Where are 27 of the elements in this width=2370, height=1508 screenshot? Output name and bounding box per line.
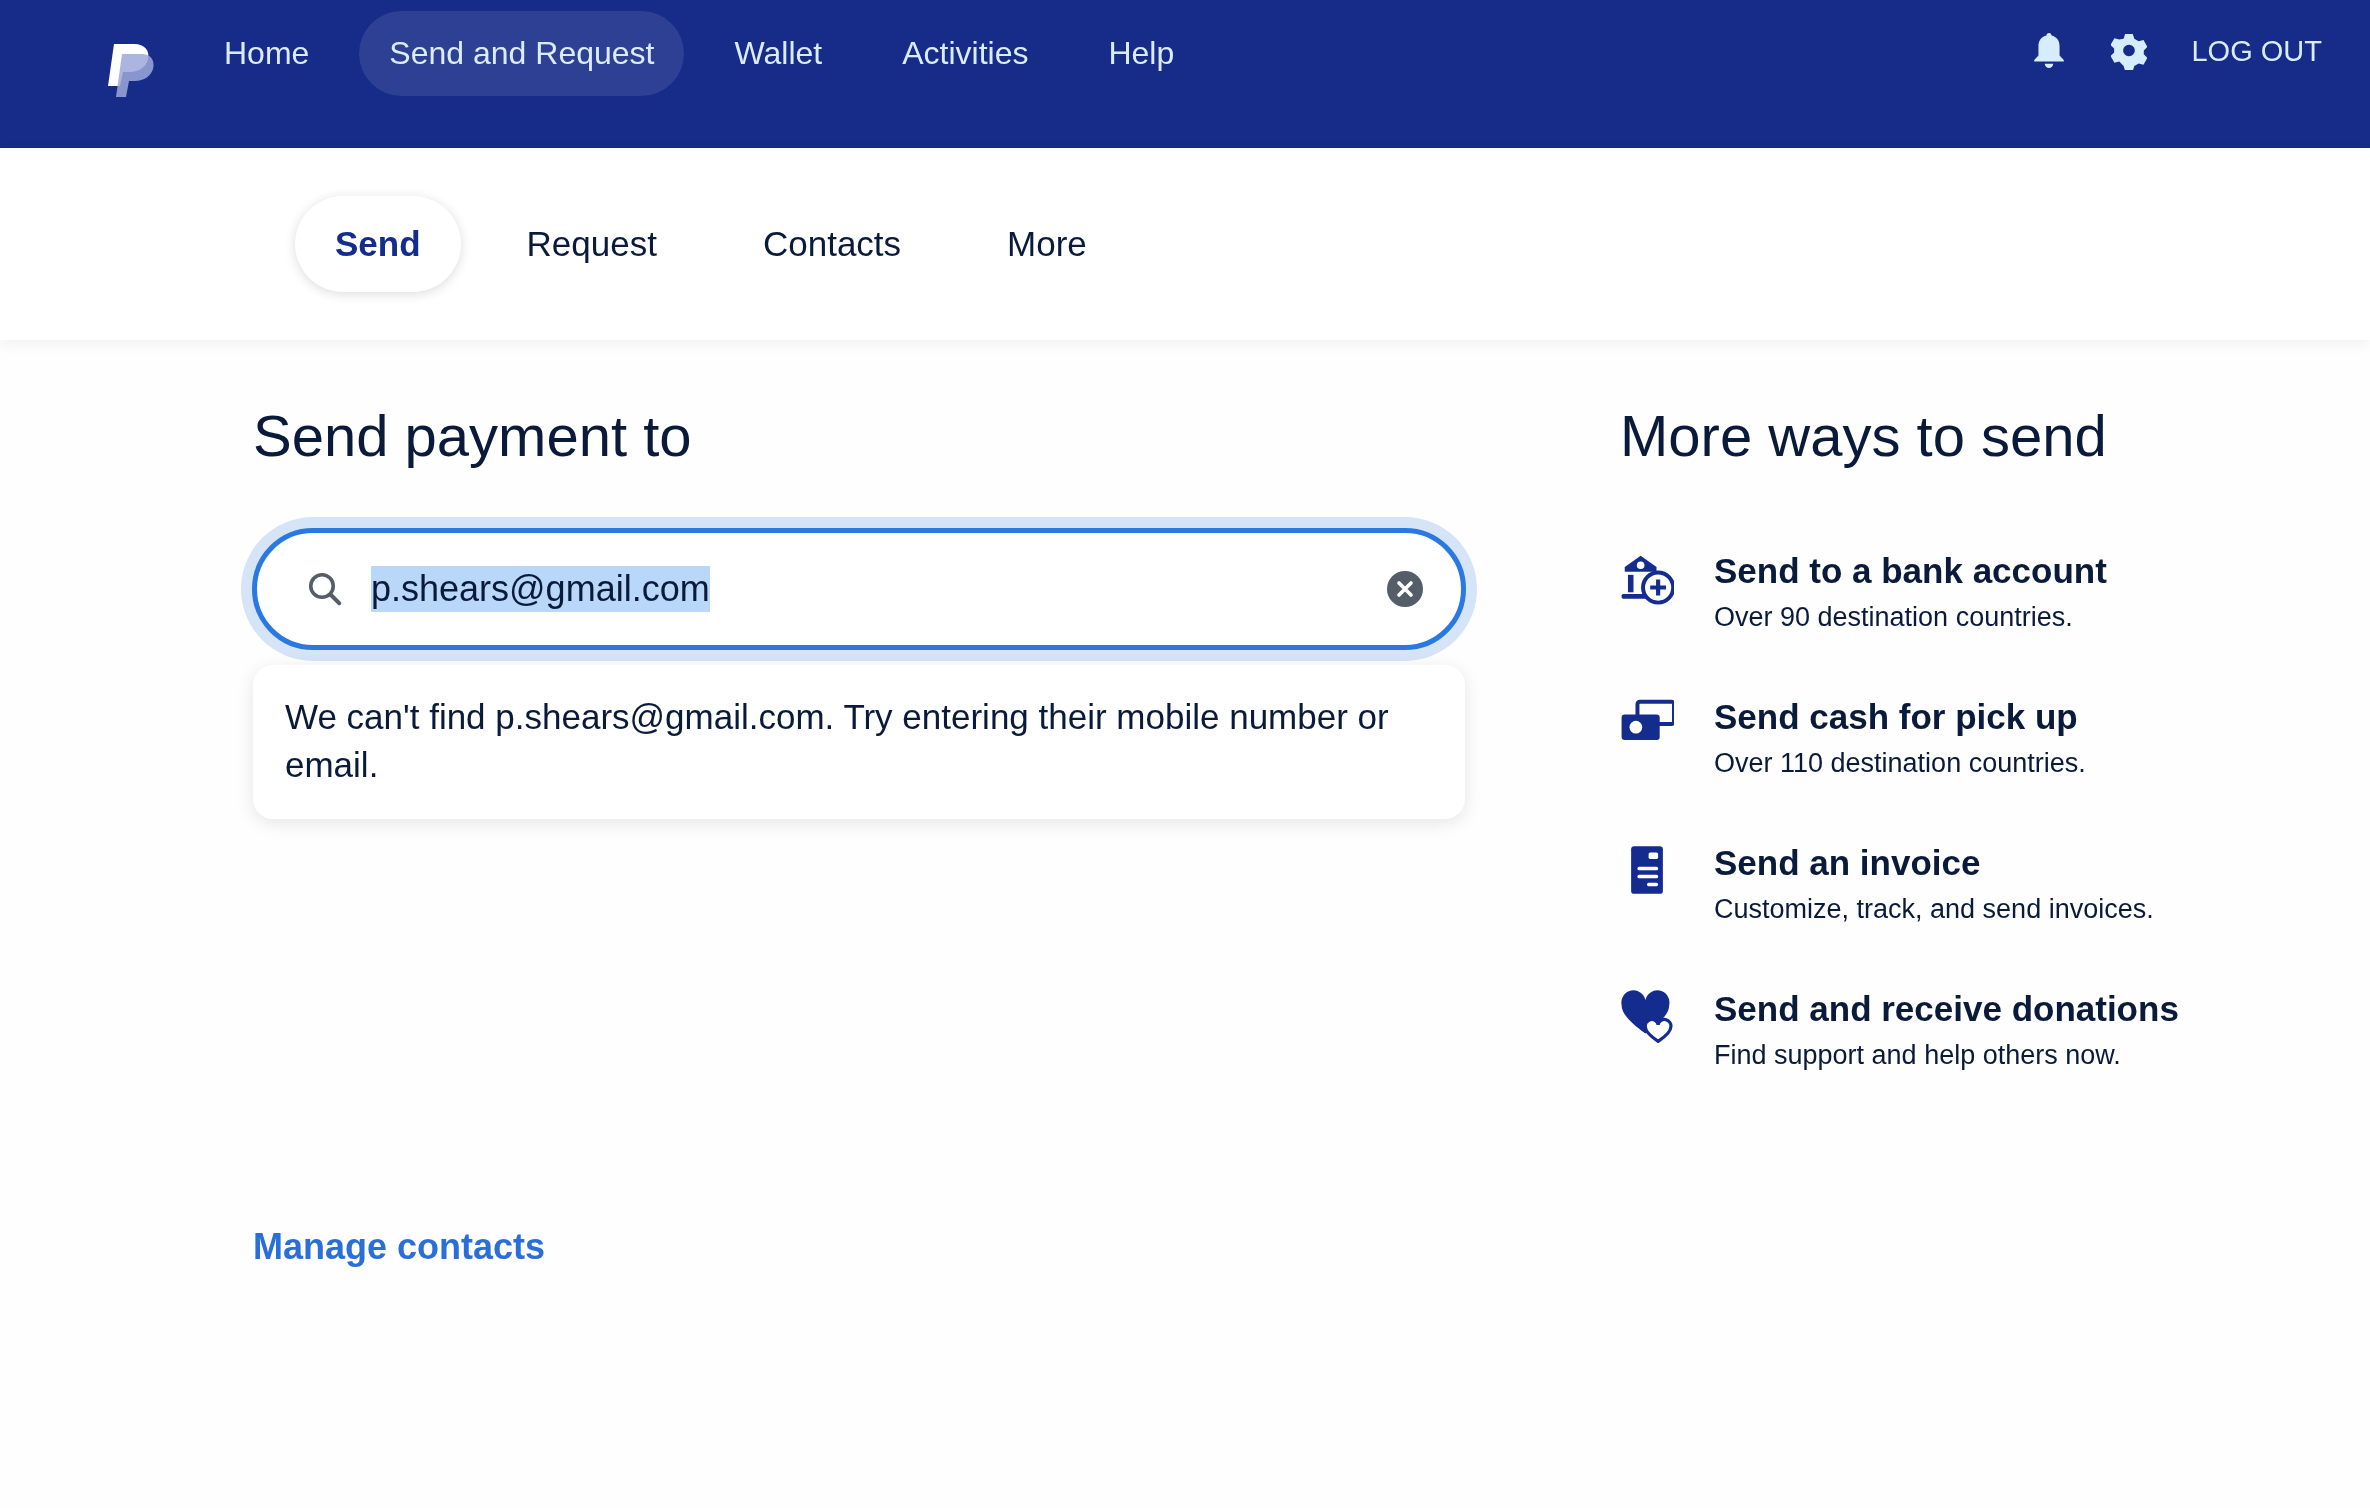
option-description: Customize, track, and send invoices. (1714, 893, 2154, 926)
option-link[interactable]: Send cash for pick up (1714, 693, 2078, 741)
error-message: We can't find p.shears@gmail.com. Try entering their mobile number or email. (285, 696, 1390, 786)
tab[interactable]: More (967, 196, 1127, 292)
settings-icon[interactable] (2111, 32, 2148, 70)
option-link[interactable]: Send and receive donations (1714, 985, 2179, 1033)
section-heading: More ways to send (1620, 402, 2108, 469)
option-description: Find support and help others now. (1714, 1039, 2121, 1072)
tab[interactable]: Contacts (722, 196, 942, 292)
tab[interactable]: Request (486, 196, 697, 292)
heart-icon (1620, 989, 1674, 1043)
option-link[interactable]: Send to a bank account (1714, 547, 2107, 595)
nav-link[interactable]: Home (194, 10, 340, 96)
section-heading: Send payment to (253, 402, 693, 469)
option-description: Over 90 destination countries. (1714, 601, 2073, 634)
search-field[interactable]: p.shears@gmail.com (252, 528, 1466, 650)
nav-link[interactable]: Send and Request (359, 10, 685, 96)
nav-link[interactable]: Activities (872, 10, 1059, 96)
manage-contacts-link[interactable]: Manage contacts (253, 1226, 546, 1268)
option-description: Over 110 destination countries. (1714, 747, 2086, 780)
nav-link[interactable]: Wallet (704, 10, 853, 96)
logout-link[interactable]: LOG OUT (2191, 34, 2322, 68)
search-icon (307, 571, 343, 607)
nav-link[interactable]: Help (1078, 10, 1205, 96)
option-link[interactable]: Send an invoice (1714, 839, 1981, 887)
clear-icon[interactable] (1387, 571, 1423, 607)
tab[interactable]: Send (295, 196, 461, 292)
